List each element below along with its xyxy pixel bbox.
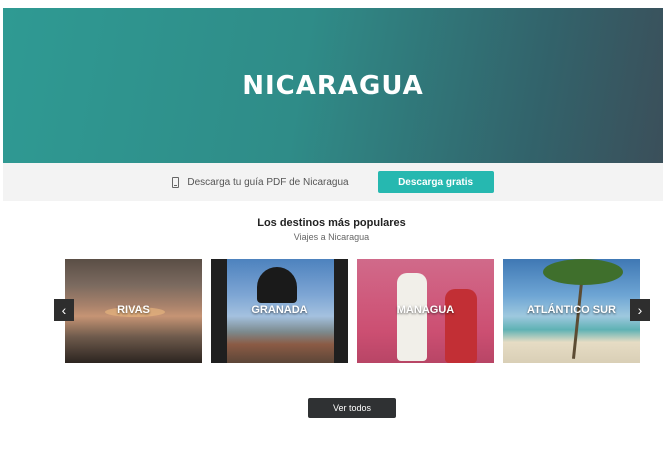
destination-label: GRANADA [251, 304, 308, 316]
popular-destinations-title: Los destinos más populares [257, 217, 406, 229]
destination-card-atlantico-sur[interactable]: ATLÁNTICO SUR [503, 259, 640, 363]
destination-label: RIVAS [117, 304, 150, 316]
view-all-button[interactable]: Ver todos [308, 398, 396, 418]
pdf-guide-text: Descarga tu guía PDF de Nicaragua [172, 176, 349, 188]
page-title: NICARAGUA [242, 70, 424, 101]
dancer-image [397, 273, 427, 361]
destination-card-rivas[interactable]: RIVAS [65, 259, 202, 363]
hero-banner: NICARAGUA [3, 8, 663, 163]
carousel-next-icon[interactable]: › [630, 299, 650, 321]
destinations-carousel: RIVAS GRANADA MANAGUA ATLÁNTICO SUR [0, 259, 663, 363]
download-bar: Descarga tu guía PDF de Nicaragua Descar… [3, 163, 663, 201]
download-free-button[interactable]: Descarga gratis [377, 171, 494, 193]
palm-leaves-image [543, 259, 623, 285]
carousel-prev-icon[interactable]: ‹ [54, 299, 74, 321]
pdf-guide-label: Descarga tu guía PDF de Nicaragua [187, 176, 349, 188]
popular-destinations-subtitle: Viajes a Nicaragua [293, 232, 370, 242]
phone-icon [172, 176, 180, 188]
dancer-image [445, 289, 477, 363]
destination-label: ATLÁNTICO SUR [526, 304, 616, 316]
bell-image [257, 267, 297, 303]
destination-card-managua[interactable]: MANAGUA [357, 259, 494, 363]
destination-card-granada[interactable]: GRANADA [211, 259, 348, 363]
destination-label: MANAGUA [396, 304, 455, 316]
